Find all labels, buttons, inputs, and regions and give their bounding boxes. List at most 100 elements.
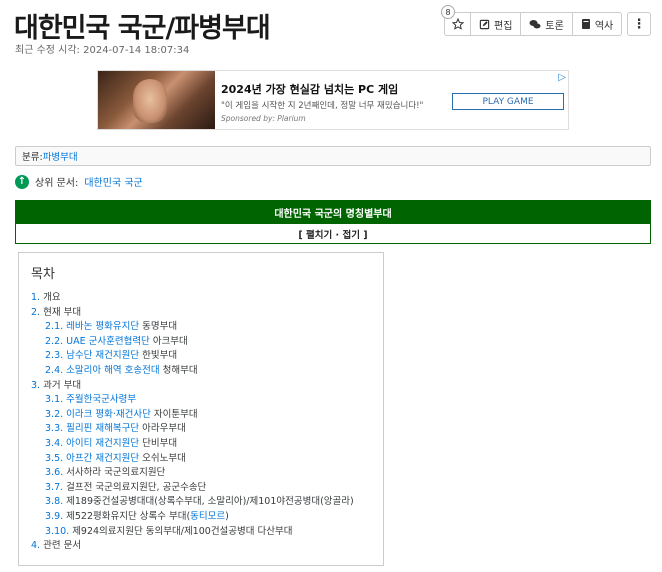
toc-item-link[interactable]: 주월한국군사령부 (66, 394, 136, 405)
toc-item[interactable]: 3.8. 제189중건설공병대대(상록수부대, 소말리아)/제101야전공병대(앙… (31, 495, 383, 510)
toc-item-number[interactable]: 2.2. (45, 336, 63, 347)
toc-item[interactable]: 3.10. 제924의료지원단 동의부대/제100건설공병대 다산부대 (31, 525, 383, 540)
star-count-badge: 8 (441, 5, 455, 19)
toc-item-number[interactable]: 4. (31, 540, 40, 551)
toc-item-inline-link[interactable]: 동티모르 (190, 511, 225, 522)
star-button[interactable]: 8 (441, 5, 470, 36)
toc-item-text: 청해부대 (159, 364, 198, 376)
toc-list: 1. 개요 2. 현재 부대 2.1. 레바논 평화유지단 동명부대 2.2. UAE 군사훈… (31, 291, 383, 554)
toc-item-text: 개요 (43, 292, 61, 303)
toc-item-link[interactable]: 아프간 재건지원단 (66, 453, 139, 464)
toc-item-number[interactable]: 3. (31, 380, 40, 391)
toc-title: 목차 (31, 267, 55, 282)
ad-description: "이 게임을 시작한 지 2년째인데, 정말 너무 재밌습니다!" (221, 101, 424, 111)
toc-item-text: 아크부대 (149, 335, 188, 347)
toc-item-text: 현재 부대 (43, 306, 82, 318)
toc-item-text: 서사하라 국군의료지원단 (66, 467, 166, 479)
toc-item[interactable]: 3.6. 서사하라 국군의료지원단 (31, 466, 383, 481)
edit-button[interactable]: 편집 (470, 12, 521, 36)
ad-sponsor: Sponsored by: Plarium (221, 114, 306, 123)
toc-item[interactable]: 4. 관련 문서 (31, 539, 383, 554)
toc-item-text: 관련 문서 (43, 540, 82, 552)
toc-item-text: 걸프전 국군의료지원단, 공군수송단 (66, 481, 207, 493)
more-button[interactable]: ⋮ (627, 12, 651, 36)
toc-item-number[interactable]: 3.6. (45, 467, 63, 478)
toc-item[interactable]: 2.3. 남수단 재건지원단 한빛부대 (31, 349, 383, 364)
toc-item-link[interactable]: 소말리아 해역 호송전대 (66, 365, 159, 376)
toc-item-number[interactable]: 3.4. (45, 438, 63, 449)
toc-item[interactable]: 2. 현재 부대 (31, 306, 383, 321)
edit-label: 편집 (494, 20, 513, 32)
star-icon (451, 18, 464, 30)
last-modified: 최근 수정 시각: 2024-07-14 18:07:34 (15, 45, 190, 56)
toc-item-text: 동명부대 (139, 321, 178, 333)
toc-item[interactable]: 3.7. 걸프전 국군의료지원단, 공군수송단 (31, 481, 383, 496)
discuss-button[interactable]: 토론 (520, 12, 572, 36)
toc-item-text-suffix: ) (225, 510, 229, 522)
toc-item[interactable]: 3.1. 주월한국군사령부 (31, 393, 383, 408)
toc-item-number[interactable]: 3.8. (45, 496, 63, 507)
navbox-title: 대한민국 국군의 명칭별부대 (16, 201, 650, 224)
toc-item-number[interactable]: 3.2. (45, 409, 63, 420)
navbox-toggle[interactable]: [ 펼치기 · 접기 ] (16, 224, 650, 244)
play-game-button[interactable]: PLAY GAME (452, 93, 564, 110)
action-toolbar: 8 편집 토론 역사 (441, 5, 623, 36)
history-label: 역사 (594, 20, 614, 32)
toc-item[interactable]: 3.3. 필리핀 재해복구단 아라우부대 (31, 422, 383, 437)
toc-item[interactable]: 2.4. 소말리아 해역 호송전대 청해부대 (31, 364, 383, 379)
toc-item-text: 과거 부대 (43, 379, 82, 391)
table-of-contents: 목차 1. 개요 2. 현재 부대 2.1. 레바논 평화유지단 동명부대 2.2. UAE … (18, 252, 384, 566)
ad-title[interactable]: 2024년 가장 현실감 넘치는 PC 게임 (221, 81, 398, 97)
toc-item-number[interactable]: 2. (31, 307, 40, 318)
toc-item-number[interactable]: 3.1. (45, 394, 63, 405)
toc-item-link[interactable]: 필리핀 재해복구단 (66, 423, 139, 434)
discuss-label: 토론 (545, 20, 564, 32)
toc-item-number[interactable]: 3.7. (45, 482, 63, 493)
parent-label: 상위 문서: (35, 178, 79, 189)
toc-item-text: 한빛부대 (139, 350, 178, 362)
toc-item-text: 제522평화유지단 상록수 부대( (66, 510, 191, 522)
toc-item-link[interactable]: 아이티 재건지원단 (66, 438, 139, 449)
toc-item[interactable]: 1. 개요 (31, 291, 383, 306)
pencil-icon (479, 19, 490, 29)
toc-item-number[interactable]: 3.9. (45, 511, 63, 522)
toc-item[interactable]: 2.2. UAE 군사훈련협력단 아크부대 (31, 335, 383, 350)
history-button[interactable]: 역사 (571, 12, 623, 36)
page-title: 대한민국 국군/파병부대 (14, 13, 271, 44)
toc-item-number[interactable]: 2.3. (45, 350, 63, 361)
ad-choices-icon[interactable]: ▷ (558, 72, 566, 83)
chat-icon (529, 19, 541, 28)
category-label: 분류: (22, 152, 43, 163)
toc-item-number[interactable]: 3.10. (45, 526, 69, 537)
toc-item[interactable]: 3.5. 아프간 재건지원단 오쉬노부대 (31, 452, 383, 467)
toc-item[interactable]: 3.4. 아이티 재건지원단 단비부대 (31, 437, 383, 452)
book-icon (581, 19, 590, 29)
toc-item[interactable]: 3. 과거 부대 (31, 379, 383, 394)
toc-item-link[interactable]: 레바논 평화유지단 (66, 321, 139, 332)
toc-item-link[interactable]: 남수단 재건지원단 (66, 350, 139, 361)
toc-item-number[interactable]: 2.4. (45, 365, 63, 376)
category-bar: 분류: 파병부대 (15, 146, 651, 166)
toc-item-text: 제924의료지원단 동의부대/제100건설공병대 다산부대 (72, 525, 293, 537)
toc-item[interactable]: 3.9. 제522평화유지단 상록수 부대(동티모르) (31, 510, 383, 525)
toc-item-link[interactable]: UAE 군사훈련협력단 (66, 336, 150, 347)
toc-item-number[interactable]: 1. (31, 292, 40, 303)
toc-item-number[interactable]: 2.1. (45, 321, 63, 332)
toc-item[interactable]: 3.2. 이라크 평화·재건사단 자이툰부대 (31, 408, 383, 423)
toc-item-link[interactable]: 이라크 평화·재건사단 (66, 409, 151, 420)
ad-image[interactable] (98, 71, 215, 129)
toc-item-text: 단비부대 (139, 437, 178, 449)
toc-item-number[interactable]: 3.3. (45, 423, 63, 434)
toc-item-text: 제189중건설공병대대(상록수부대, 소말리아)/제101야전공병대(앙골라) (66, 496, 354, 508)
toc-item-text: 자이툰부대 (150, 408, 198, 420)
advertisement[interactable]: 2024년 가장 현실감 넘치는 PC 게임 "이 게임을 시작한 지 2년째인… (97, 70, 569, 130)
navbox: 대한민국 국군의 명칭별부대 [ 펼치기 · 접기 ] (15, 200, 651, 244)
toc-item-number[interactable]: 3.5. (45, 453, 63, 464)
parent-link[interactable]: 대한민국 국군 (84, 174, 142, 189)
arrow-up-circle-icon: ↑ (15, 174, 29, 189)
parent-document: ↑ 상위 문서: 대한민국 국군 (15, 174, 143, 189)
toc-item-text: 오쉬노부대 (139, 452, 186, 464)
category-link[interactable]: 파병부대 (43, 149, 78, 163)
toc-item-text: 아라우부대 (139, 423, 186, 435)
toc-item[interactable]: 2.1. 레바논 평화유지단 동명부대 (31, 320, 383, 335)
